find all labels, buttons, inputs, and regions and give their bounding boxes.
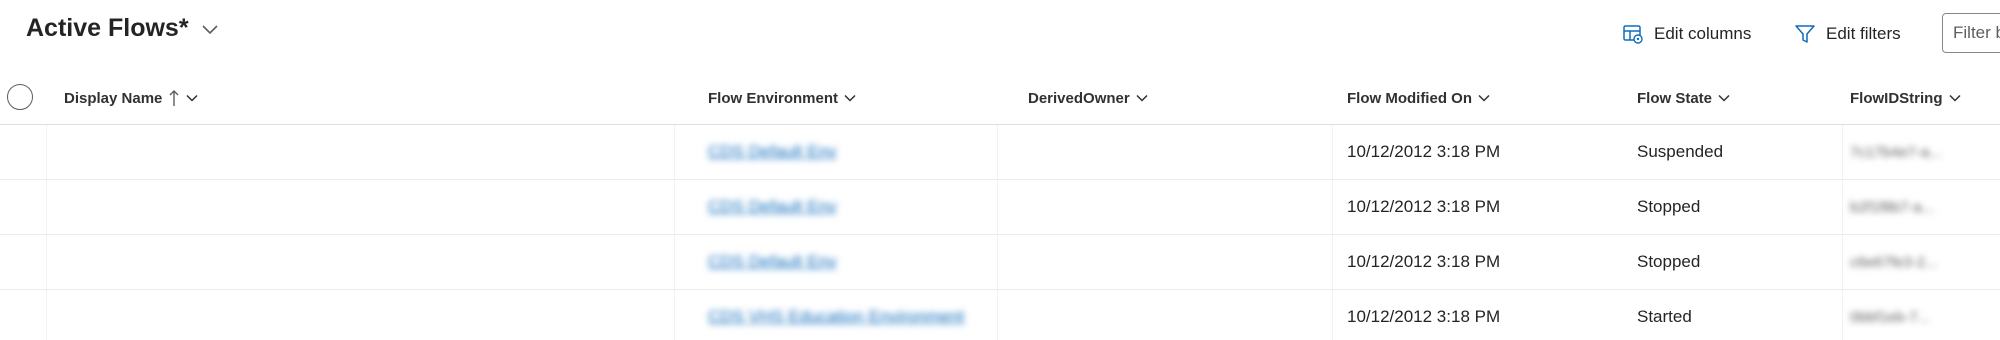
flows-grid: Display Name Flow Environment DerivedOwn… [0, 72, 2000, 340]
chevron-down-icon [844, 94, 856, 102]
chevron-down-icon [186, 94, 198, 102]
cell-flow-environment-link[interactable]: CDS Default Env [708, 125, 837, 179]
cell-flow-id-string: c6e67fe3-2... [1850, 253, 1938, 271]
cell-flow-modified-on: 10/12/2012 3:18 PM [1347, 197, 1501, 216]
command-bar: Active Flows* Edit columns Edit filters … [0, 0, 2000, 66]
keyword-filter-box [1942, 13, 2000, 53]
column-header-flow-id-string[interactable]: FlowIDString [1850, 72, 1961, 124]
table-row[interactable]: CDS Default Env 10/12/2012 3:18 PM Suspe… [0, 125, 2000, 180]
cell-flow-id-string: 0bbf1eb-7... [1850, 308, 1931, 326]
table-row[interactable]: CDS VHS Education Environment 10/12/2012… [0, 290, 2000, 340]
table-row[interactable]: CDS Default Env 10/12/2012 3:18 PM Stopp… [0, 235, 2000, 290]
chevron-down-icon [1136, 94, 1148, 102]
column-header-display-name[interactable]: Display Name [64, 72, 198, 124]
cell-flow-state: Suspended [1637, 142, 1724, 161]
filter-icon [1794, 23, 1816, 45]
edit-columns-icon [1622, 23, 1644, 45]
chevron-down-icon [201, 23, 219, 35]
cell-flow-modified-on: 10/12/2012 3:18 PM [1347, 142, 1501, 161]
column-header-label: Flow Modified On [1347, 89, 1472, 107]
view-title: Active Flows* [26, 14, 189, 42]
cell-flow-modified-on: 10/12/2012 3:18 PM [1347, 307, 1501, 326]
grid-header-row: Display Name Flow Environment DerivedOwn… [0, 72, 2000, 125]
column-header-flow-modified-on[interactable]: Flow Modified On [1347, 72, 1490, 124]
select-all-checkbox[interactable] [7, 84, 33, 110]
chevron-down-icon [1718, 94, 1730, 102]
active-flows-view: Active Flows* Edit columns Edit filters … [0, 0, 2000, 340]
cell-flow-id-string: 7c17b4e7-a... [1850, 143, 1942, 161]
edit-filters-label: Edit filters [1826, 24, 1901, 43]
column-header-label: DerivedOwner [1028, 89, 1130, 107]
keyword-filter-input[interactable] [1943, 14, 2000, 52]
edit-columns-label: Edit columns [1654, 24, 1752, 43]
cell-flow-modified-on: 10/12/2012 3:18 PM [1347, 252, 1501, 271]
column-header-flow-environment[interactable]: Flow Environment [708, 72, 856, 124]
table-row[interactable]: CDS Default Env 10/12/2012 3:18 PM Stopp… [0, 180, 2000, 235]
cell-flow-state: Stopped [1637, 197, 1701, 216]
column-header-label: Display Name [64, 89, 163, 107]
column-header-label: Flow Environment [708, 89, 839, 107]
cell-flow-id-string: b2f1f8b7-a... [1850, 198, 1935, 216]
column-header-flow-state[interactable]: Flow State [1637, 72, 1730, 124]
chevron-down-icon [1478, 94, 1490, 102]
column-header-derived-owner[interactable]: DerivedOwner [1028, 72, 1148, 124]
cell-flow-environment-link[interactable]: CDS VHS Education Environment [708, 290, 964, 340]
sort-ascending-icon [168, 89, 180, 107]
cell-flow-state: Stopped [1637, 252, 1701, 271]
column-header-label: FlowIDString [1850, 89, 1943, 107]
cell-flow-environment-link[interactable]: CDS Default Env [708, 180, 837, 234]
edit-filters-button[interactable]: Edit filters [1794, 20, 1901, 48]
cell-flow-environment-link[interactable]: CDS Default Env [708, 235, 837, 289]
view-selector[interactable]: Active Flows* [26, 14, 219, 43]
cell-flow-state: Started [1637, 307, 1692, 326]
edit-columns-button[interactable]: Edit columns [1622, 20, 1751, 48]
chevron-down-icon [1948, 94, 1961, 102]
column-header-label: Flow State [1637, 89, 1713, 107]
